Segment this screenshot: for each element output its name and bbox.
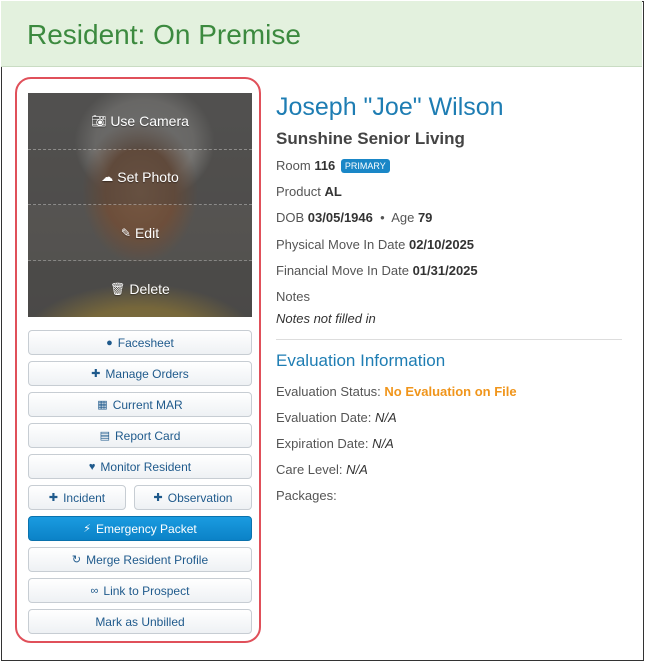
trash-icon: 🗑︎ bbox=[110, 282, 126, 296]
product-value: AL bbox=[324, 184, 342, 199]
user-icon: ● bbox=[106, 336, 113, 349]
packages-label: Packages: bbox=[276, 488, 337, 503]
link-prospect-label: Link to Prospect bbox=[103, 583, 190, 598]
monitor-resident-button[interactable]: ♥ Monitor Resident bbox=[28, 454, 252, 479]
document-icon: ▤ bbox=[99, 430, 111, 442]
manage-orders-label: Manage Orders bbox=[105, 366, 189, 381]
edit-photo-label: Edit bbox=[134, 224, 160, 241]
evaluation-status-label: Evaluation Status: bbox=[276, 384, 381, 399]
incident-button[interactable]: ✚ Incident bbox=[28, 485, 126, 510]
room-label: Room bbox=[276, 158, 311, 173]
link-prospect-button[interactable]: ∞ Link to Prospect bbox=[28, 578, 252, 603]
financial-move-value: 01/31/2025 bbox=[412, 263, 478, 278]
merge-profile-label: Merge Resident Profile bbox=[86, 552, 209, 567]
evaluation-status-row: Evaluation Status: No Evaluation on File bbox=[276, 384, 517, 399]
monitor-resident-label: Monitor Resident bbox=[100, 459, 192, 474]
delete-photo-button[interactable]: 🗑︎ Delete bbox=[28, 261, 252, 317]
mark-unbilled-label: Mark as Unbilled bbox=[95, 614, 185, 629]
emergency-packet-label: Emergency Packet bbox=[96, 521, 197, 536]
emergency-packet-button[interactable]: ⚡︎ Emergency Packet bbox=[28, 516, 252, 541]
evaluation-date-value: N/A bbox=[375, 410, 397, 425]
dob-row: DOB 03/05/1946 • Age 79 bbox=[276, 210, 432, 225]
care-level-row: Care Level: N/A bbox=[276, 462, 368, 477]
camera-icon: 📷︎ bbox=[91, 114, 107, 128]
resident-name: Joseph "Joe" Wilson bbox=[276, 93, 504, 121]
physical-move-row: Physical Move In Date 02/10/2025 bbox=[276, 237, 474, 252]
primary-badge: PRIMARY bbox=[340, 159, 390, 173]
financial-move-label: Financial Move In Date bbox=[276, 263, 409, 278]
use-camera-button[interactable]: 📷︎ Use Camera bbox=[28, 93, 252, 149]
calendar-icon: ▦ bbox=[97, 399, 108, 411]
evaluation-date-label: Evaluation Date: bbox=[276, 410, 372, 425]
product-row: Product AL bbox=[276, 184, 342, 199]
current-mar-button[interactable]: ▦ Current MAR bbox=[28, 392, 252, 417]
mark-unbilled-button[interactable]: Mark as Unbilled bbox=[28, 609, 252, 634]
heartbeat-icon: ♥ bbox=[88, 460, 96, 473]
set-photo-button[interactable]: ☁︎ Set Photo bbox=[28, 149, 252, 205]
notes-label: Notes bbox=[276, 289, 310, 304]
incident-label: Incident bbox=[63, 490, 106, 505]
edit-icon: ✎ bbox=[120, 225, 131, 240]
evaluation-status-value: No Evaluation on File bbox=[384, 384, 517, 399]
room-row: Room 116 PRIMARY bbox=[276, 158, 390, 173]
refresh-icon: ↻ bbox=[71, 554, 82, 566]
merge-profile-button[interactable]: ↻ Merge Resident Profile bbox=[28, 547, 252, 572]
manage-orders-button[interactable]: ✚ Manage Orders bbox=[28, 361, 252, 386]
age-label: Age bbox=[391, 210, 415, 225]
plus-icon: ✚ bbox=[153, 492, 163, 504]
plus-icon: ✚ bbox=[48, 492, 59, 504]
dob-label: DOB bbox=[276, 210, 305, 225]
edit-photo-button[interactable]: ✎ Edit bbox=[28, 205, 252, 261]
notes-value: Notes not filled in bbox=[276, 311, 376, 326]
medkit-icon: ✚ bbox=[91, 368, 101, 380]
dob-value: 03/05/1946 bbox=[307, 210, 373, 225]
facesheet-label: Facesheet bbox=[117, 335, 174, 350]
care-level-value: N/A bbox=[346, 462, 368, 477]
room-number: 116 bbox=[314, 158, 336, 173]
page-title: Resident: On Premise bbox=[27, 19, 301, 50]
observation-button[interactable]: ✚ Observation bbox=[134, 485, 252, 510]
financial-move-row: Financial Move In Date 01/31/2025 bbox=[276, 263, 478, 278]
section-divider bbox=[276, 339, 622, 340]
delete-photo-label: Delete bbox=[129, 281, 170, 297]
facility-name: Sunshine Senior Living bbox=[276, 129, 465, 148]
evaluation-section-title: Evaluation Information bbox=[276, 351, 446, 370]
facesheet-button[interactable]: ● Facesheet bbox=[28, 330, 252, 355]
separator-dot: • bbox=[376, 210, 389, 225]
cloud-upload-icon: ☁︎ bbox=[101, 170, 114, 184]
report-card-button[interactable]: ▤ Report Card bbox=[28, 423, 252, 448]
report-card-label: Report Card bbox=[115, 428, 181, 443]
evaluation-date-row: Evaluation Date: N/A bbox=[276, 410, 397, 425]
link-icon: ∞ bbox=[90, 584, 99, 597]
care-level-label: Care Level: bbox=[276, 462, 343, 477]
physical-move-value: 02/10/2025 bbox=[408, 237, 475, 252]
expiration-date-value: N/A bbox=[372, 436, 394, 451]
page-header: Resident: On Premise bbox=[1, 1, 642, 67]
product-label: Product bbox=[276, 184, 321, 199]
resident-photo: 📷︎ Use Camera ☁︎ Set Photo ✎ Edit 🗑︎ Del… bbox=[28, 93, 252, 317]
bolt-icon: ⚡︎ bbox=[83, 523, 91, 535]
observation-label: Observation bbox=[167, 490, 233, 505]
expiration-date-row: Expiration Date: N/A bbox=[276, 436, 394, 451]
physical-move-label: Physical Move In Date bbox=[276, 237, 406, 252]
age-value: 79 bbox=[417, 210, 433, 225]
use-camera-label: Use Camera bbox=[110, 113, 189, 129]
set-photo-label: Set Photo bbox=[117, 169, 179, 185]
expiration-date-label: Expiration Date: bbox=[276, 436, 369, 451]
current-mar-label: Current MAR bbox=[112, 397, 183, 412]
